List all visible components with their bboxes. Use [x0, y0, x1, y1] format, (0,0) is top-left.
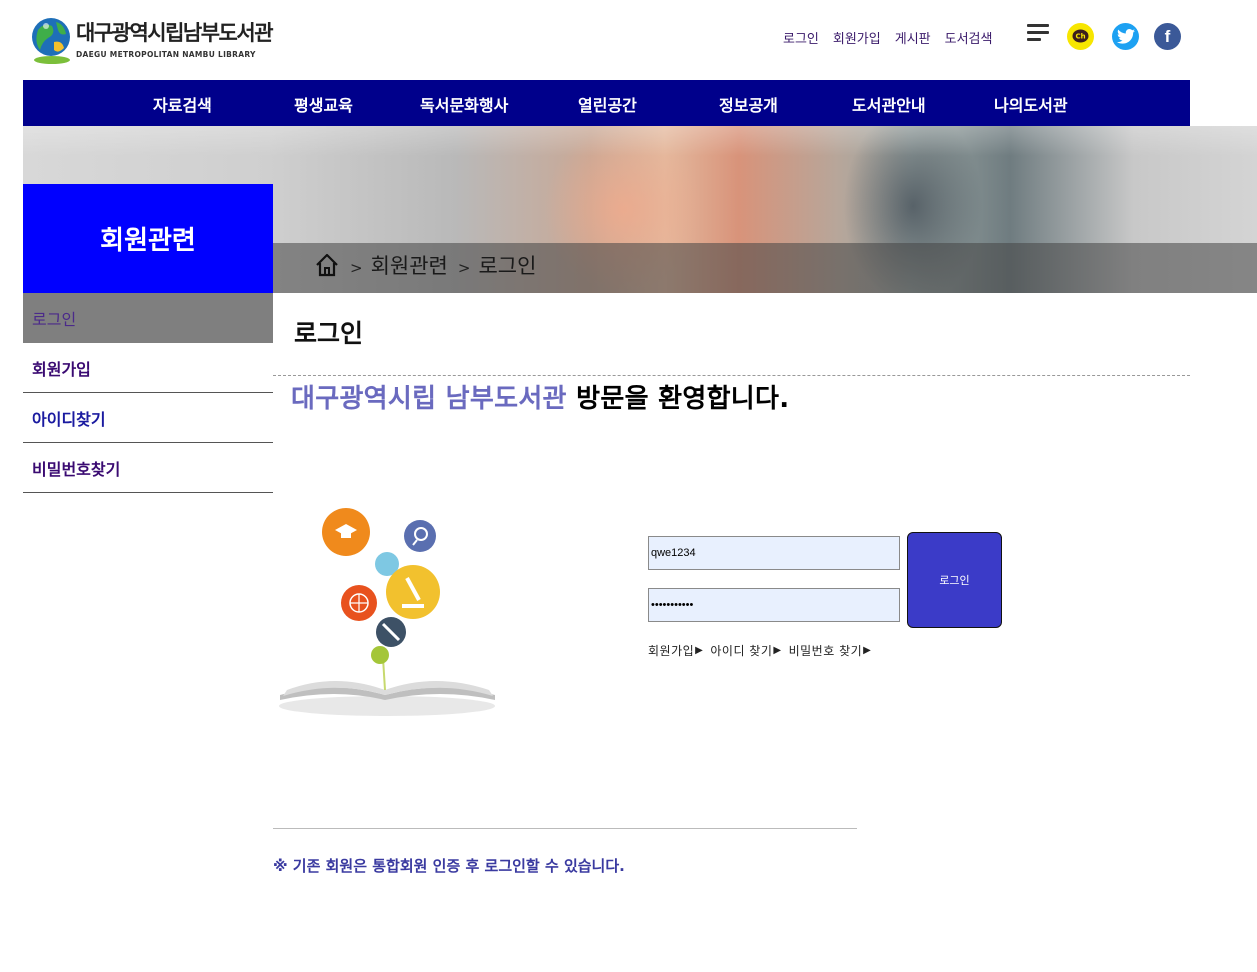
nav-item-library-guide[interactable]: 도서관안내 — [852, 92, 926, 116]
user-id-input[interactable] — [648, 536, 900, 570]
welcome-library-name: 대구광역시립 남부도서관 — [291, 384, 567, 414]
main-navigation: 자료검색 평생교육 독서문화행사 열린공간 정보공개 도서관안내 나의도서관 — [23, 80, 1190, 126]
sidebar-item-find-password[interactable]: 비밀번호찾기 — [23, 443, 273, 493]
nav-item-education[interactable]: 평생교육 — [294, 92, 353, 116]
logo-korean-text: 대구광역시립남부도서관 — [76, 20, 274, 45]
nav-item-info-disclosure[interactable]: 정보공개 — [719, 92, 778, 116]
sidebar-item-label: 아이디찾기 — [32, 409, 106, 429]
sidebar-title-text: 회원관련 — [100, 226, 196, 256]
sidebar-item-label: 회원가입 — [32, 359, 91, 379]
sidebar-item-join[interactable]: 회원가입 — [23, 343, 273, 393]
find-password-link-label: 비밀번호 찾기 — [788, 644, 863, 658]
page-title: 로그인 — [294, 319, 364, 348]
top-link-book-search[interactable]: 도서검색 — [945, 28, 993, 47]
login-button[interactable]: 로그인 — [907, 532, 1002, 628]
breadcrumb-separator: > — [457, 259, 471, 277]
home-icon[interactable] — [314, 252, 340, 278]
find-id-link-label: 아이디 찾기 — [710, 644, 773, 658]
breadcrumb-member[interactable]: 회원관련 — [371, 250, 448, 280]
login-notice: ※ 기존 회원은 통합회원 인증 후 로그인할 수 있습니다. — [273, 857, 625, 875]
utility-links: 로그인 회원가입 게시판 도서검색 — [783, 28, 1006, 47]
join-link[interactable]: 회원가입 ▶ — [648, 642, 703, 659]
hamburger-menu-icon[interactable] — [1027, 24, 1049, 45]
find-id-link[interactable]: 아이디 찾기 ▶ — [710, 642, 781, 659]
kakao-channel-icon[interactable]: Ch — [1067, 23, 1094, 50]
breadcrumb-login: 로그인 — [478, 254, 537, 278]
nav-item-culture-events[interactable]: 독서문화행사 — [420, 92, 508, 116]
logo-english-text: DAEGU METROPOLITAN NAMBU LIBRARY — [76, 49, 256, 59]
sidebar-item-label: 비밀번호찾기 — [32, 459, 121, 479]
top-link-join[interactable]: 회원가입 — [833, 28, 881, 47]
welcome-text: 방문을 환영합니다. — [566, 384, 790, 414]
top-link-login[interactable]: 로그인 — [783, 28, 819, 47]
arrow-right-icon: ▶ — [695, 645, 704, 656]
sidebar-item-label: 로그인 — [32, 310, 77, 329]
book-illustration — [275, 500, 505, 720]
facebook-label: f — [1164, 26, 1171, 46]
sidebar-menu: 로그인 회원가입 아이디찾기 비밀번호찾기 — [23, 293, 273, 493]
find-password-link[interactable]: 비밀번호 찾기 ▶ — [789, 642, 872, 659]
site-logo[interactable]: 대구광역시립남부도서관 DAEGU METROPOLITAN NAMBU LIB… — [30, 12, 274, 66]
arrow-right-icon: ▶ — [863, 645, 872, 656]
sidebar-title: 회원관련 — [23, 184, 273, 293]
kakao-label: Ch — [1075, 33, 1085, 41]
globe-logo-icon — [30, 12, 74, 66]
nav-item-search[interactable]: 자료검색 — [153, 92, 212, 116]
login-sub-links: 회원가입 ▶ 아이디 찾기 ▶ 비밀번호 찾기 ▶ — [648, 642, 878, 659]
join-link-label: 회원가입 — [648, 644, 695, 658]
arrow-right-icon: ▶ — [773, 645, 782, 656]
sidebar-item-find-id[interactable]: 아이디찾기 — [23, 393, 273, 443]
sidebar-item-login[interactable]: 로그인 — [23, 293, 273, 343]
twitter-icon[interactable] — [1112, 23, 1139, 50]
breadcrumb-separator: > — [350, 259, 363, 277]
top-link-board[interactable]: 게시판 — [895, 28, 931, 47]
nav-item-my-library[interactable]: 나의도서관 — [994, 92, 1068, 116]
nav-item-open-space[interactable]: 열린공간 — [578, 92, 637, 116]
welcome-message: 대구광역시립 남부도서관 방문을 환영합니다. — [291, 378, 789, 415]
title-divider — [273, 375, 1190, 376]
facebook-icon[interactable]: f — [1154, 23, 1181, 50]
breadcrumb: > 회원관련 > 로그인 — [314, 250, 536, 280]
password-input[interactable] — [648, 588, 900, 622]
content-divider — [273, 828, 857, 829]
